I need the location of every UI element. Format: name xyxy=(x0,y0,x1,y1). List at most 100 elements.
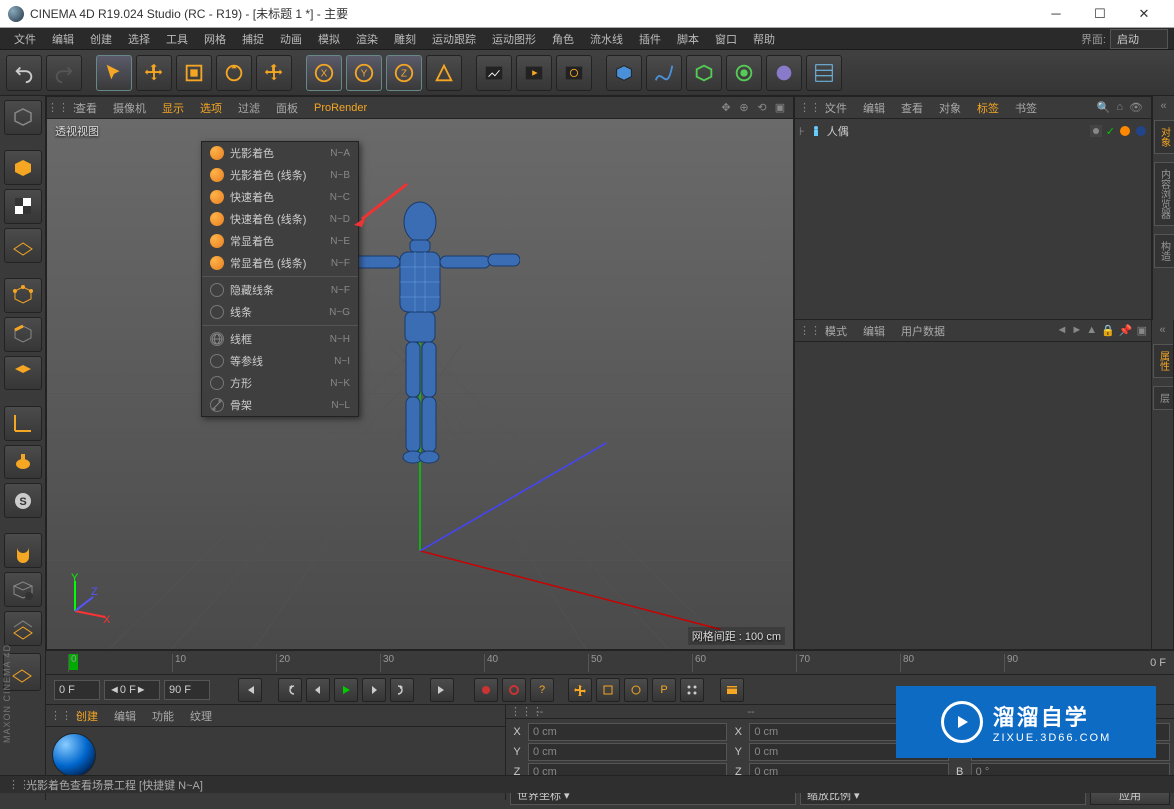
burger-icon[interactable]: ⋮⋮⋮ xyxy=(50,709,68,722)
burger-icon[interactable]: ⋮⋮⋮ xyxy=(8,778,26,791)
texture-mode-button[interactable] xyxy=(4,189,42,224)
display-option[interactable]: 线框N~H xyxy=(202,325,358,350)
tab-layer[interactable]: 内容浏览器 xyxy=(1154,162,1174,226)
select-tool[interactable] xyxy=(96,55,132,91)
axis-mode-button[interactable] xyxy=(4,406,42,441)
mat-texture[interactable]: 纹理 xyxy=(182,706,220,726)
menu-pipeline[interactable]: 流水线 xyxy=(582,29,631,49)
prev-key-button[interactable] xyxy=(278,678,302,702)
nav-back-icon[interactable]: ◄ xyxy=(1057,324,1068,337)
display-option[interactable]: 快速着色 (线条)N~D xyxy=(202,208,358,230)
start-frame-input[interactable]: 0 F xyxy=(54,680,100,700)
vp-menu-cameras[interactable]: 摄像机 xyxy=(105,98,154,118)
camera-button[interactable] xyxy=(806,55,842,91)
menu-simulate[interactable]: 模拟 xyxy=(310,29,348,49)
move-tool[interactable] xyxy=(136,55,172,91)
menu-sculpt[interactable]: 雕刻 xyxy=(386,29,424,49)
display-option[interactable]: 光影着色N~A xyxy=(202,142,358,164)
goto-start-button[interactable] xyxy=(238,678,262,702)
display-option[interactable]: 隐藏线条N~F xyxy=(202,276,358,301)
vp-nav-orbit-icon[interactable]: ⟲ xyxy=(755,101,769,115)
keyframe-sel-button[interactable]: ? xyxy=(530,678,554,702)
burger-icon[interactable]: ⋮⋮⋮ xyxy=(799,324,817,337)
close-button[interactable]: ✕ xyxy=(1122,0,1166,28)
vp-menu-prorender[interactable]: ProRender xyxy=(306,100,375,116)
nav-up-icon[interactable]: ▲ xyxy=(1086,324,1097,337)
display-option[interactable]: 快速着色N~C xyxy=(202,186,358,208)
menu-create[interactable]: 创建 xyxy=(82,29,120,49)
menu-select[interactable]: 选择 xyxy=(120,29,158,49)
phong-tag-icon[interactable] xyxy=(1119,125,1131,137)
om-objects[interactable]: 对象 xyxy=(931,98,969,118)
redo-button[interactable] xyxy=(46,55,82,91)
menu-snap[interactable]: 捕捉 xyxy=(234,29,272,49)
menu-character[interactable]: 角色 xyxy=(544,29,582,49)
display-option[interactable]: 常显着色N~E xyxy=(202,230,358,252)
environment-button[interactable] xyxy=(766,55,802,91)
menu-edit[interactable]: 编辑 xyxy=(44,29,82,49)
minimize-button[interactable]: ─ xyxy=(1034,0,1078,28)
expand-icon[interactable]: « xyxy=(1159,324,1165,336)
render-settings-button[interactable] xyxy=(476,55,512,91)
snap-button[interactable]: S xyxy=(4,483,42,518)
viewport-canvas[interactable]: 透视视图 xyxy=(47,119,793,649)
point-mode-button[interactable] xyxy=(4,278,42,313)
autokey-button[interactable] xyxy=(502,678,526,702)
display-option[interactable]: 线条N~G xyxy=(202,301,358,323)
workplane-button[interactable] xyxy=(4,572,42,607)
tab-attr[interactable]: 属性 xyxy=(1153,344,1173,378)
play-button[interactable] xyxy=(334,678,358,702)
menu-file[interactable]: 文件 xyxy=(6,29,44,49)
layout-dropdown[interactable]: 启动 xyxy=(1110,29,1168,49)
menu-help[interactable]: 帮助 xyxy=(745,29,783,49)
end-frame-input[interactable]: 90 F xyxy=(164,680,210,700)
rot-key-button[interactable] xyxy=(624,678,648,702)
pos-input[interactable]: 0 cm xyxy=(528,743,727,761)
primitive-button[interactable] xyxy=(606,55,642,91)
timeline-ruler[interactable]: 0102030405060708090 0 F xyxy=(46,650,1174,674)
pos-key-button[interactable] xyxy=(568,678,592,702)
poly-mode-button[interactable] xyxy=(4,356,42,391)
eye-icon[interactable]: 👁 xyxy=(1129,101,1143,114)
edge-mode-button[interactable] xyxy=(4,317,42,352)
search-icon[interactable]: 🔍 xyxy=(1097,101,1111,114)
om-edit[interactable]: 编辑 xyxy=(855,98,893,118)
menu-mesh[interactable]: 网格 xyxy=(196,29,234,49)
tab-structure[interactable]: 对象 xyxy=(1154,120,1174,154)
deformer-button[interactable] xyxy=(726,55,762,91)
recent-tool[interactable] xyxy=(256,55,292,91)
next-frame-button[interactable] xyxy=(362,678,386,702)
generator-button[interactable] xyxy=(686,55,722,91)
display-option[interactable]: 常显着色 (线条)N~F xyxy=(202,252,358,274)
menu-tools[interactable]: 工具 xyxy=(158,29,196,49)
attr-userdata[interactable]: 用户数据 xyxy=(893,321,953,341)
render-view-button[interactable] xyxy=(516,55,552,91)
maximize-button[interactable]: ☐ xyxy=(1078,0,1122,28)
pos-input[interactable]: 0 cm xyxy=(528,723,727,741)
display-option[interactable]: 方形N~K xyxy=(202,372,358,394)
display-option[interactable]: 骨架N~L xyxy=(202,394,358,416)
display-option[interactable]: 光影着色 (线条)N~B xyxy=(202,164,358,186)
vp-nav-pan-icon[interactable]: ✥ xyxy=(719,101,733,115)
nav-fwd-icon[interactable]: ► xyxy=(1071,324,1082,337)
home-icon[interactable]: ⌂ xyxy=(1116,101,1123,114)
scale-key-button[interactable] xyxy=(596,678,620,702)
attr-mode[interactable]: 模式 xyxy=(817,321,855,341)
display-option[interactable]: 等参线N~I xyxy=(202,350,358,372)
menu-mograph[interactable]: 运动图形 xyxy=(484,29,544,49)
axis-x-button[interactable]: X xyxy=(306,55,342,91)
undo-button[interactable] xyxy=(6,55,42,91)
om-tree[interactable]: ⊦ 人偶 ✓ xyxy=(795,119,1151,319)
om-file[interactable]: 文件 xyxy=(817,98,855,118)
vp-menu-filter[interactable]: 过滤 xyxy=(230,98,268,118)
model-mode-button[interactable] xyxy=(4,150,42,185)
mat-function[interactable]: 功能 xyxy=(144,706,182,726)
menu-render[interactable]: 渲染 xyxy=(348,29,386,49)
burger-icon[interactable]: ⋮⋮⋮ xyxy=(47,101,67,114)
tab-struct[interactable]: 构造 xyxy=(1154,234,1174,268)
enable-toggle[interactable]: ✓ xyxy=(1106,125,1115,138)
axis-y-button[interactable]: Y xyxy=(346,55,382,91)
menu-window[interactable]: 窗口 xyxy=(707,29,745,49)
menu-plugins[interactable]: 插件 xyxy=(631,29,669,49)
axis-z-button[interactable]: Z xyxy=(386,55,422,91)
